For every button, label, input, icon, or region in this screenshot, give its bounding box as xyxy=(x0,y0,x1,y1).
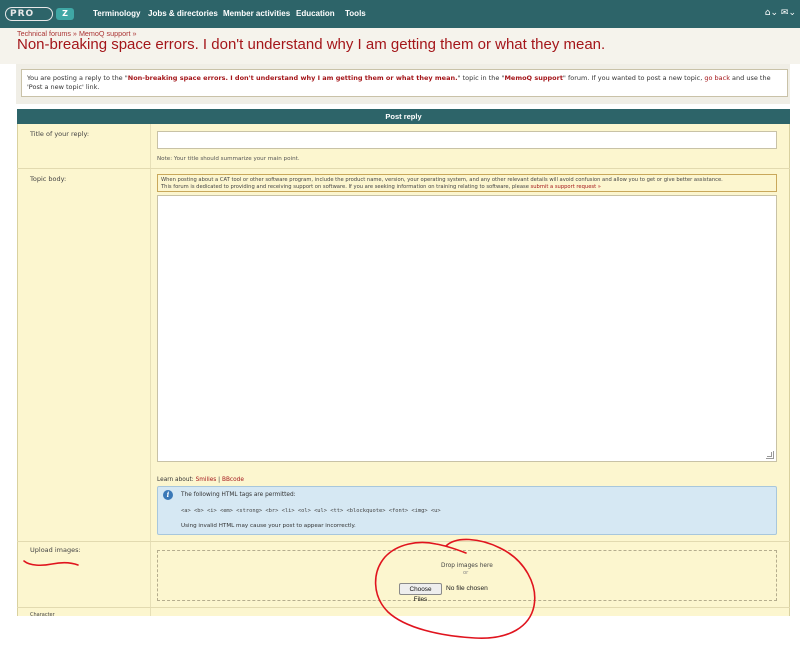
nav-item-education[interactable]: Education xyxy=(296,9,335,18)
notice-prefix: You are posting a reply to the " xyxy=(27,74,128,82)
go-back-link[interactable]: go back xyxy=(704,74,730,82)
logo-text[interactable]: PRO xyxy=(10,9,34,19)
topic-body-note-line2: This forum is dedicated to providing and… xyxy=(161,184,531,190)
nav-item-tools[interactable]: Tools xyxy=(345,9,366,18)
info-invalid-html-warning: Using invalid HTML may cause your post t… xyxy=(181,523,356,529)
top-navigation-bar: PRO Z Terminology Jobs & directories Mem… xyxy=(0,0,800,28)
notice-topic: Non-breaking space errors. I don't under… xyxy=(127,74,458,82)
page-bottom xyxy=(0,616,800,646)
learn-about: Learn about: Smilies | BBcode xyxy=(157,477,244,483)
notice-forum[interactable]: MemoQ support xyxy=(504,74,562,82)
notice-mid2: " forum. If you wanted to post a new top… xyxy=(562,74,705,82)
notice-mid: " topic in the " xyxy=(457,74,505,82)
upload-images-label: Upload images: xyxy=(30,546,81,554)
resize-handle-icon[interactable] xyxy=(766,451,774,459)
smilies-link[interactable]: Smilies xyxy=(196,477,217,483)
topic-body-note-line1: When posting about a CAT tool or other s… xyxy=(161,177,723,183)
reply-notice: You are posting a reply to the "Non-brea… xyxy=(21,69,788,97)
learn-about-label: Learn about: xyxy=(157,477,196,483)
title-input[interactable] xyxy=(157,131,777,149)
home-mail-icons[interactable]: ⌂⌄ ✉⌄ xyxy=(765,8,796,18)
logo-badge[interactable]: Z xyxy=(56,8,74,20)
topic-body-note: When posting about a CAT tool or other s… xyxy=(157,174,777,192)
drop-images-text: Drop images here xyxy=(441,563,493,569)
bbcode-link[interactable]: BBcode xyxy=(222,477,244,483)
title-label: Title of your reply: xyxy=(30,130,90,138)
drop-or-text: or xyxy=(463,570,469,576)
file-status: No file chosen xyxy=(446,585,488,592)
page-title: Non-breaking space errors. I don't under… xyxy=(17,36,606,53)
topic-body-label: Topic body: xyxy=(30,175,67,183)
support-request-link[interactable]: submit a support request » xyxy=(531,184,601,190)
column-divider xyxy=(150,124,151,616)
post-reply-header: Post reply xyxy=(17,109,790,124)
info-icon: i xyxy=(163,490,173,500)
row-divider xyxy=(17,541,790,542)
topic-body-textarea[interactable] xyxy=(157,195,777,462)
row-divider xyxy=(17,168,790,169)
row-divider xyxy=(17,607,790,608)
info-permitted-tags-list: <a> <b> <i> <em> <strong> <br> <li> <ol>… xyxy=(181,508,441,514)
info-permitted-tags-label: The following HTML tags are permitted: xyxy=(181,492,296,498)
nav-item-terminology[interactable]: Terminology xyxy=(93,9,140,18)
nav-item-jobs-directories[interactable]: Jobs & directories xyxy=(148,9,218,18)
choose-files-button[interactable]: Choose Files xyxy=(399,583,442,603)
nav-item-member-activities[interactable]: Member activities xyxy=(223,9,290,18)
title-note: Note: Your title should summarize your m… xyxy=(157,156,300,162)
